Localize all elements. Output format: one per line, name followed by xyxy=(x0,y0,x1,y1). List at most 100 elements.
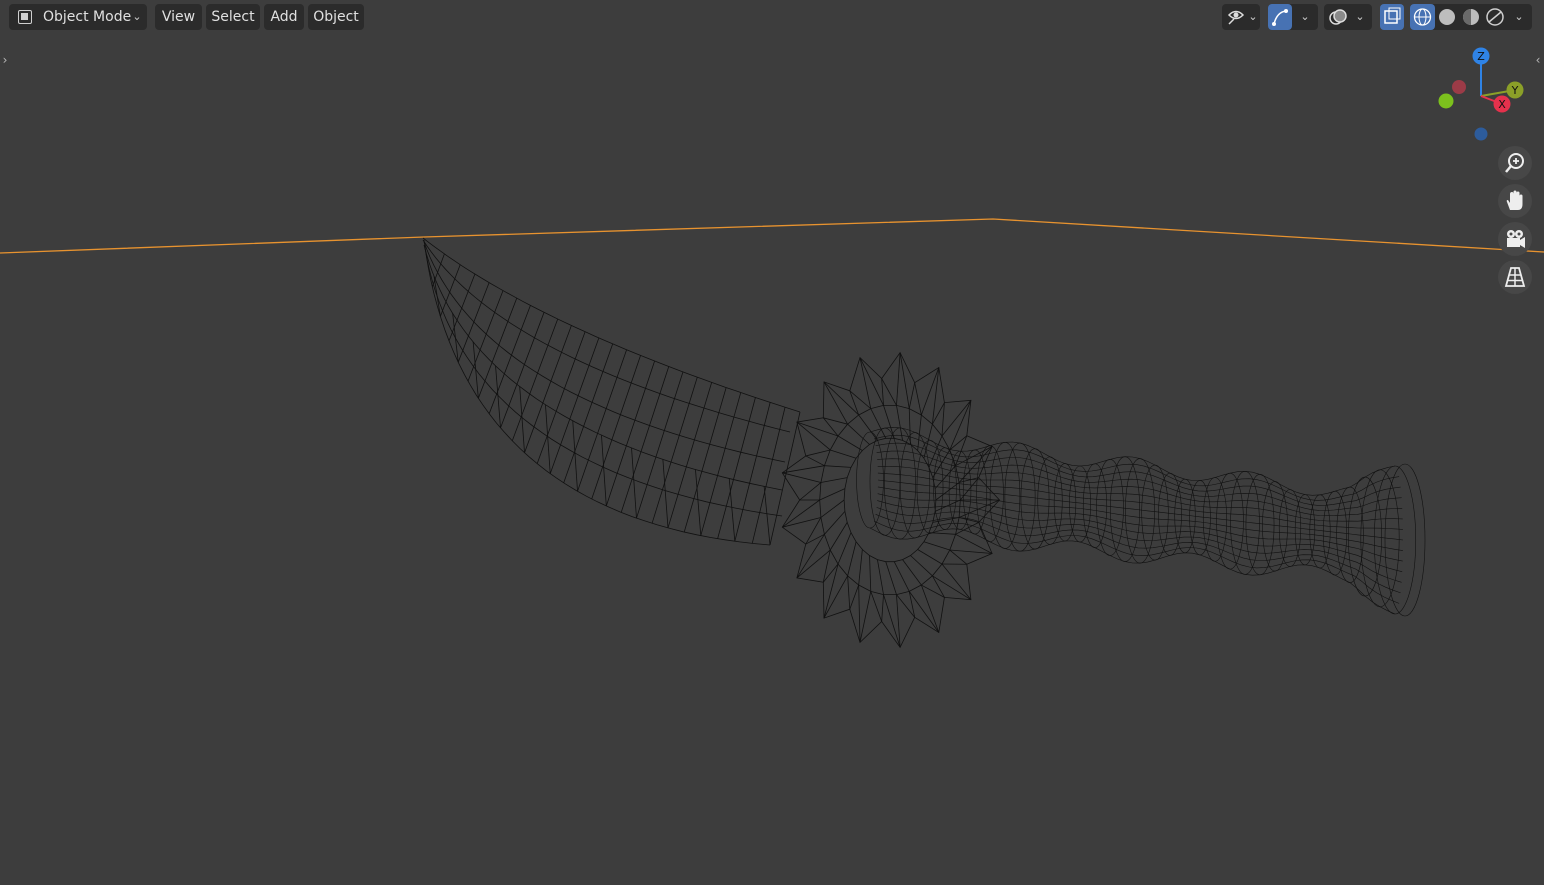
handle-longitudinal-edge xyxy=(874,434,1400,501)
wireframe-shading-button[interactable] xyxy=(1410,4,1435,30)
guard-edge xyxy=(796,421,831,451)
svg-text:X: X xyxy=(1498,98,1506,111)
guard-edge xyxy=(870,591,883,622)
rendered-shading-button[interactable] xyxy=(1483,4,1507,30)
blade-rib xyxy=(477,298,518,399)
guard-edge xyxy=(934,499,961,512)
chevron-down-icon[interactable]: ⌄ xyxy=(1354,4,1366,30)
guard-edge xyxy=(859,591,872,643)
selected-plane-outline xyxy=(0,218,1544,254)
guard-edge xyxy=(830,449,857,459)
gizmo-neg-z-handle[interactable] xyxy=(1474,127,1488,141)
navigation-gizmo[interactable]: Z Y X xyxy=(1430,44,1530,144)
handle-end-cap xyxy=(1384,463,1426,617)
shading-mode-group[interactable]: ⌄ xyxy=(1410,4,1532,30)
guard-edge xyxy=(917,549,943,565)
blade-diagonal xyxy=(763,486,771,546)
menu-add[interactable]: Add xyxy=(264,4,304,30)
toolbar-toggle-arrow-icon[interactable]: › xyxy=(0,52,10,68)
menu-select[interactable]: Select xyxy=(206,4,260,30)
material-shading-icon xyxy=(1463,9,1479,25)
guard-edge xyxy=(881,378,897,406)
viewport-header: Object Mode ⌄ View Select Add Object ⌄ ⌄… xyxy=(0,0,1544,34)
blade-edge-loop xyxy=(424,247,783,517)
chevron-down-icon: ⌄ xyxy=(132,10,142,23)
guard-edge xyxy=(849,584,860,610)
blade-rib xyxy=(488,305,531,414)
guard-edge xyxy=(914,382,922,416)
guard-edge xyxy=(883,405,895,439)
gizmo-x-handle[interactable]: X xyxy=(1493,95,1511,113)
blade-rib xyxy=(667,382,713,529)
guard-wireframe xyxy=(781,351,1001,649)
blade-diagonal xyxy=(695,469,702,536)
guard-edge xyxy=(910,555,933,577)
menu-object[interactable]: Object xyxy=(308,4,364,30)
zoom-icon xyxy=(1505,153,1524,173)
gizmo-toggle-button[interactable] xyxy=(1268,4,1292,30)
mode-label: Object Mode xyxy=(43,9,132,25)
chevron-down-icon: ⌄ xyxy=(1248,10,1258,23)
handle-longitudinal-edge xyxy=(876,450,1402,511)
guard-edge xyxy=(920,584,940,633)
guard-edge xyxy=(782,517,821,528)
camera-icon xyxy=(1507,230,1525,248)
guard-edge xyxy=(923,541,950,551)
blade-edge-loop xyxy=(422,237,801,413)
solid-shading-button[interactable] xyxy=(1435,4,1459,30)
object-mode-icon xyxy=(18,10,32,24)
gizmo-neg-x-handle[interactable] xyxy=(1452,80,1466,94)
menu-view[interactable]: View xyxy=(155,4,202,30)
material-shading-button[interactable] xyxy=(1459,4,1483,30)
guard-edge xyxy=(824,465,852,468)
blade-wireframe xyxy=(422,237,801,546)
3d-viewport[interactable]: Object Mode ⌄ View Select Add Object ⌄ ⌄… xyxy=(0,0,1544,885)
pan-button[interactable] xyxy=(1498,184,1532,218)
gizmo-toggle-group[interactable]: ⌄ xyxy=(1268,4,1318,30)
xray-toggle[interactable] xyxy=(1380,4,1404,30)
zoom-button[interactable] xyxy=(1498,146,1532,180)
gizmo-y-handle[interactable]: Y xyxy=(1506,81,1524,99)
blade-rib xyxy=(717,397,756,539)
handle-longitudinal-edge xyxy=(876,507,1402,583)
guard-edge xyxy=(796,421,839,437)
guard-edge xyxy=(858,549,863,586)
handle-wireframe xyxy=(856,426,1426,617)
gizmo-neg-y-handle[interactable] xyxy=(1438,93,1454,109)
wireframe-scene[interactable] xyxy=(0,0,1544,885)
blade-diagonal xyxy=(662,459,669,528)
handle-silhouette-top xyxy=(869,426,1396,496)
perspective-toggle-button[interactable] xyxy=(1498,260,1532,294)
overlays-group[interactable]: ⌄ xyxy=(1324,4,1372,30)
guard-edge xyxy=(941,563,972,600)
guard-edge xyxy=(820,477,848,483)
gizmo-icon xyxy=(1272,9,1288,26)
gizmo-z-handle[interactable]: Z xyxy=(1472,47,1490,65)
guard-edge xyxy=(896,594,901,648)
handle-silhouette-bottom xyxy=(869,527,1396,615)
guard-edge xyxy=(820,499,845,518)
camera-view-button[interactable] xyxy=(1498,222,1532,256)
guard-edge xyxy=(823,575,848,619)
guard-edge xyxy=(782,472,821,483)
guard-edge xyxy=(823,417,848,425)
blade-rib xyxy=(439,264,461,317)
pan-hand-icon xyxy=(1506,190,1523,210)
visibility-dropdown[interactable]: ⌄ xyxy=(1222,4,1260,30)
svg-text:Z: Z xyxy=(1477,50,1485,63)
guard-edge xyxy=(799,482,822,501)
mode-selector[interactable]: Object Mode ⌄ xyxy=(9,4,147,30)
guard-edge xyxy=(847,575,851,610)
blade-diagonal xyxy=(601,435,607,507)
blade-rib xyxy=(700,392,742,536)
guard-edge xyxy=(859,357,884,406)
chevron-down-icon[interactable]: ⌄ xyxy=(1299,4,1311,30)
guard-edge xyxy=(935,482,960,501)
chevron-down-icon[interactable]: ⌄ xyxy=(1513,4,1525,30)
blade-rib xyxy=(734,402,771,542)
guard-edge xyxy=(941,402,945,437)
guard-edge xyxy=(847,541,857,576)
sidebar-toggle-arrow-icon[interactable]: ‹ xyxy=(1533,52,1543,68)
guard-edge xyxy=(837,435,863,451)
solid-shading-icon xyxy=(1439,9,1455,25)
